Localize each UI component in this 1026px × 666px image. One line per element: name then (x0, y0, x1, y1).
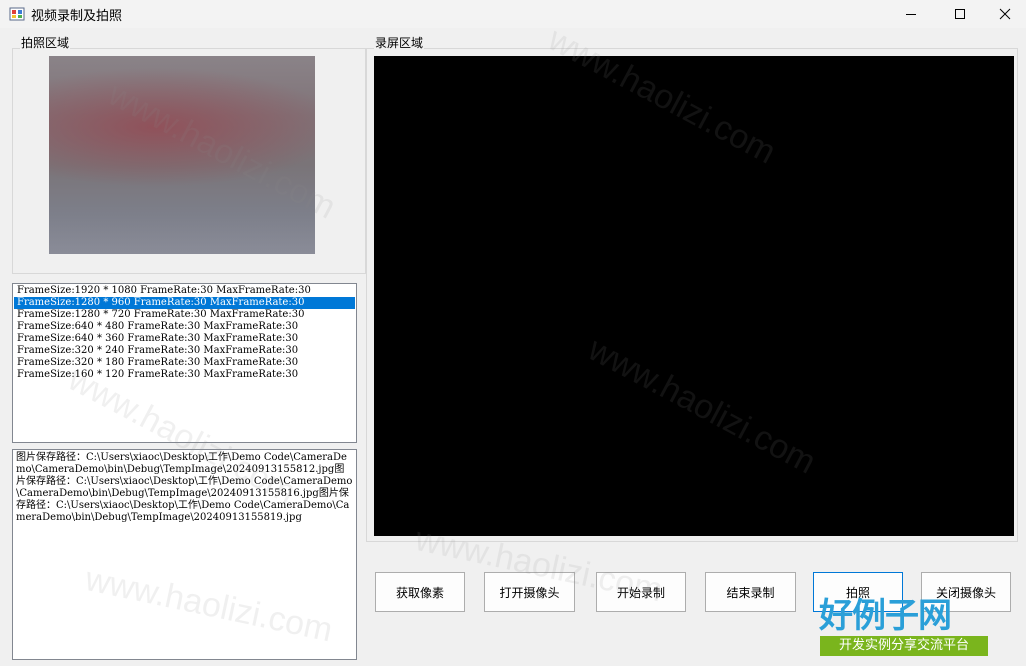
close-icon (999, 8, 1011, 20)
list-item[interactable]: FrameSize:1920 * 1080 FrameRate:30 MaxFr… (14, 285, 355, 297)
maximize-icon (955, 9, 965, 19)
list-item[interactable]: FrameSize:160 * 120 FrameRate:30 MaxFram… (14, 369, 355, 381)
title-bar[interactable]: 视频录制及拍照 (0, 0, 1026, 28)
record-group-label: 录屏区域 (374, 34, 425, 51)
list-item[interactable]: FrameSize:640 * 360 FrameRate:30 MaxFram… (14, 333, 355, 345)
minimize-icon (906, 14, 916, 15)
photo-preview (49, 56, 315, 254)
list-item[interactable]: FrameSize:320 * 240 FrameRate:30 MaxFram… (14, 345, 355, 357)
close-button[interactable] (982, 0, 1026, 28)
list-item[interactable]: FrameSize:640 * 480 FrameRate:30 MaxFram… (14, 321, 355, 333)
maximize-button[interactable] (937, 0, 983, 28)
photo-group-label: 拍照区域 (20, 34, 71, 51)
window-title: 视频录制及拍照 (31, 9, 123, 24)
watermark-logo-subtitle: 开发实例分享交流平台 (820, 636, 988, 656)
watermark-logo: 好例子网 (819, 596, 952, 636)
list-item-selected[interactable]: FrameSize:1280 * 960 FrameRate:30 MaxFra… (14, 297, 355, 309)
list-item[interactable]: FrameSize:1280 * 720 FrameRate:30 MaxFra… (14, 309, 355, 321)
minimize-button[interactable] (888, 0, 934, 28)
app-icon (9, 7, 25, 21)
list-item[interactable]: FrameSize:320 * 180 FrameRate:30 MaxFram… (14, 357, 355, 369)
stop-record-button[interactable]: 结束录制 (705, 572, 796, 612)
get-pixels-button[interactable]: 获取像素 (375, 572, 465, 612)
